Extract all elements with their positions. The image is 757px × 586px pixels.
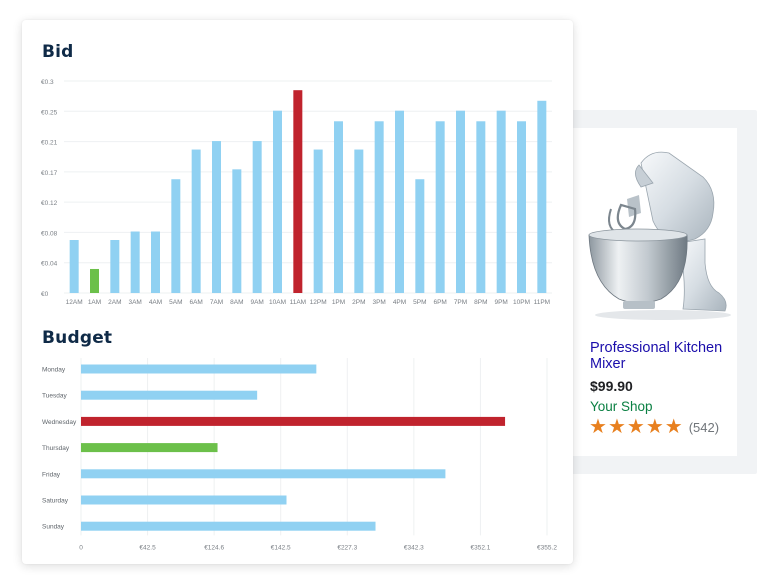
budget-xtick-label: €227.3	[337, 544, 357, 551]
budget-category-label: Monday	[42, 367, 66, 374]
product-rating: ★ ★ ★ ★ ★ (542)	[589, 416, 719, 438]
budget-chart: 0 €42.5 €124.6 €142.5 €227.3 €342.3 €352.1 €355…	[42, 358, 557, 551]
budget-xtick-label: €342.3	[404, 544, 424, 551]
product-name[interactable]: Professional Kitchen Mixer	[590, 340, 740, 372]
budget-bar	[81, 443, 218, 453]
budget-category-label: Thursday	[42, 445, 70, 452]
product-price: $99.90	[590, 378, 633, 394]
shop-name[interactable]: Your Shop	[590, 399, 653, 414]
budget-xtick-label: 0	[79, 544, 83, 551]
budget-xtick-label: €42.5	[139, 544, 156, 551]
budget-bar	[81, 469, 446, 479]
budget-xtick-label: €142.5	[271, 544, 291, 551]
budget-bar	[81, 521, 376, 531]
star-icon: ★	[626, 416, 645, 438]
star-icon: ★	[589, 416, 607, 438]
budget-bar	[81, 416, 506, 426]
star-icon: ★	[645, 416, 664, 438]
budget-bar	[81, 495, 287, 505]
star-icon: ★	[607, 416, 626, 438]
budget-category-label: Friday	[42, 471, 61, 478]
budget-xtick-label: €355.2	[537, 544, 557, 551]
budget-xtick-label: €124.6	[204, 544, 224, 551]
budget-bar	[81, 364, 317, 374]
budget-category-label: Saturday	[42, 498, 69, 505]
chart-panel: Bid €0 €0.04 €0.08 €0.12 €0.17 €0.21 €0.25 €0.3…	[22, 20, 573, 564]
budget-bar	[81, 390, 258, 400]
star-icon: ★	[664, 416, 683, 438]
budget-category-label: Wednesday	[42, 419, 77, 426]
review-count: (542)	[688, 420, 720, 435]
budget-category-label: Tuesday	[42, 393, 67, 400]
stand-mixer-image[interactable]	[583, 143, 733, 323]
budget-xtick-label: €352.1	[470, 544, 490, 551]
budget-category-label: Sunday	[42, 524, 65, 531]
